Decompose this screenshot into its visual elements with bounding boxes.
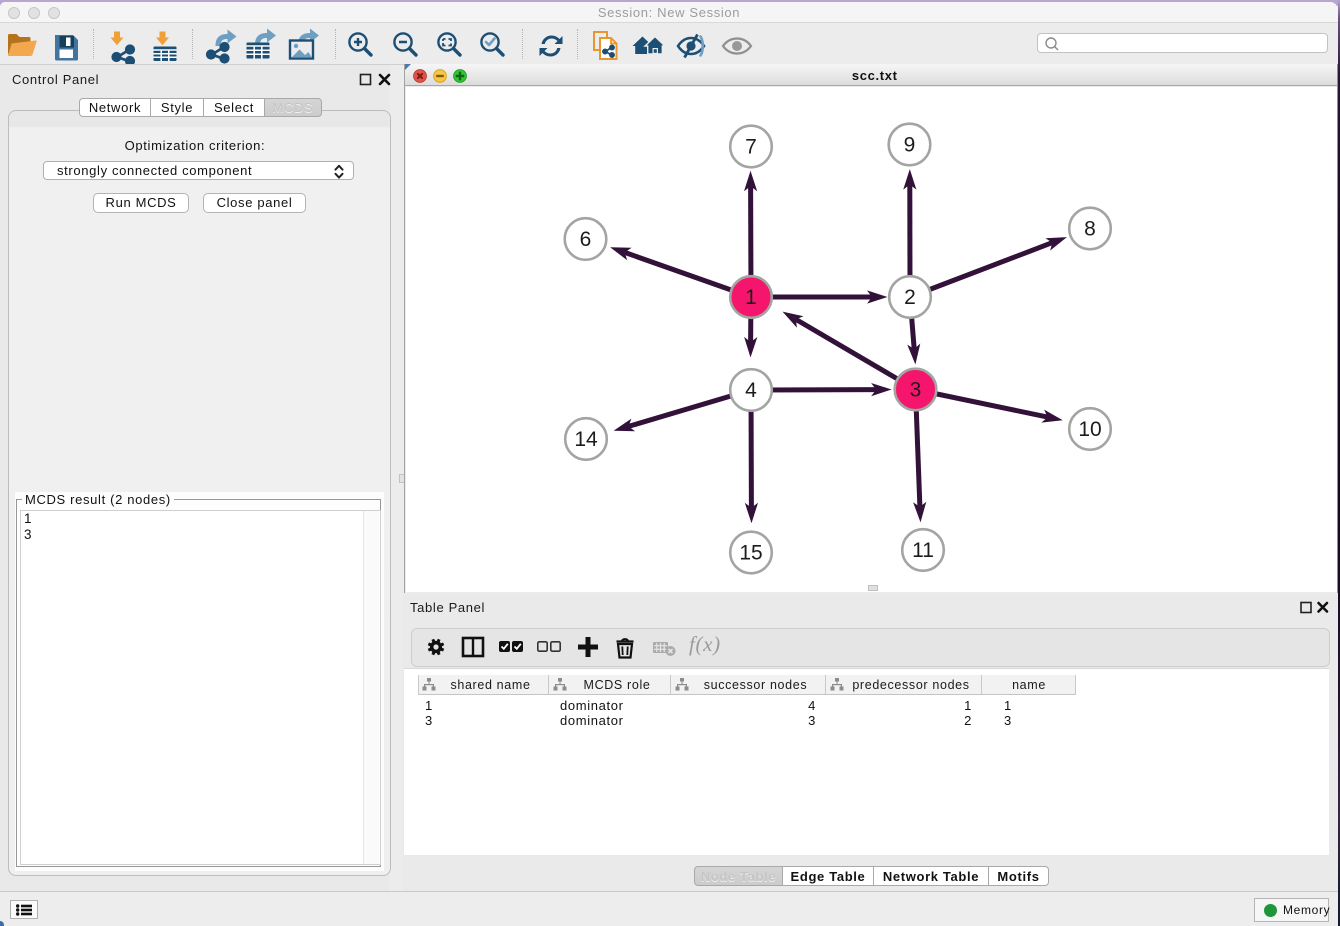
svg-text:1: 1 <box>745 286 757 309</box>
svg-text:2: 2 <box>904 286 916 309</box>
svg-text:9: 9 <box>904 134 916 157</box>
svg-text:3: 3 <box>910 379 922 402</box>
svg-text:11: 11 <box>912 539 934 562</box>
svg-text:10: 10 <box>1078 418 1101 441</box>
svg-text:15: 15 <box>739 542 762 565</box>
svg-text:8: 8 <box>1084 218 1096 241</box>
svg-text:6: 6 <box>580 228 592 251</box>
svg-text:14: 14 <box>574 428 598 451</box>
svg-text:7: 7 <box>745 136 757 159</box>
svg-text:4: 4 <box>745 379 757 402</box>
